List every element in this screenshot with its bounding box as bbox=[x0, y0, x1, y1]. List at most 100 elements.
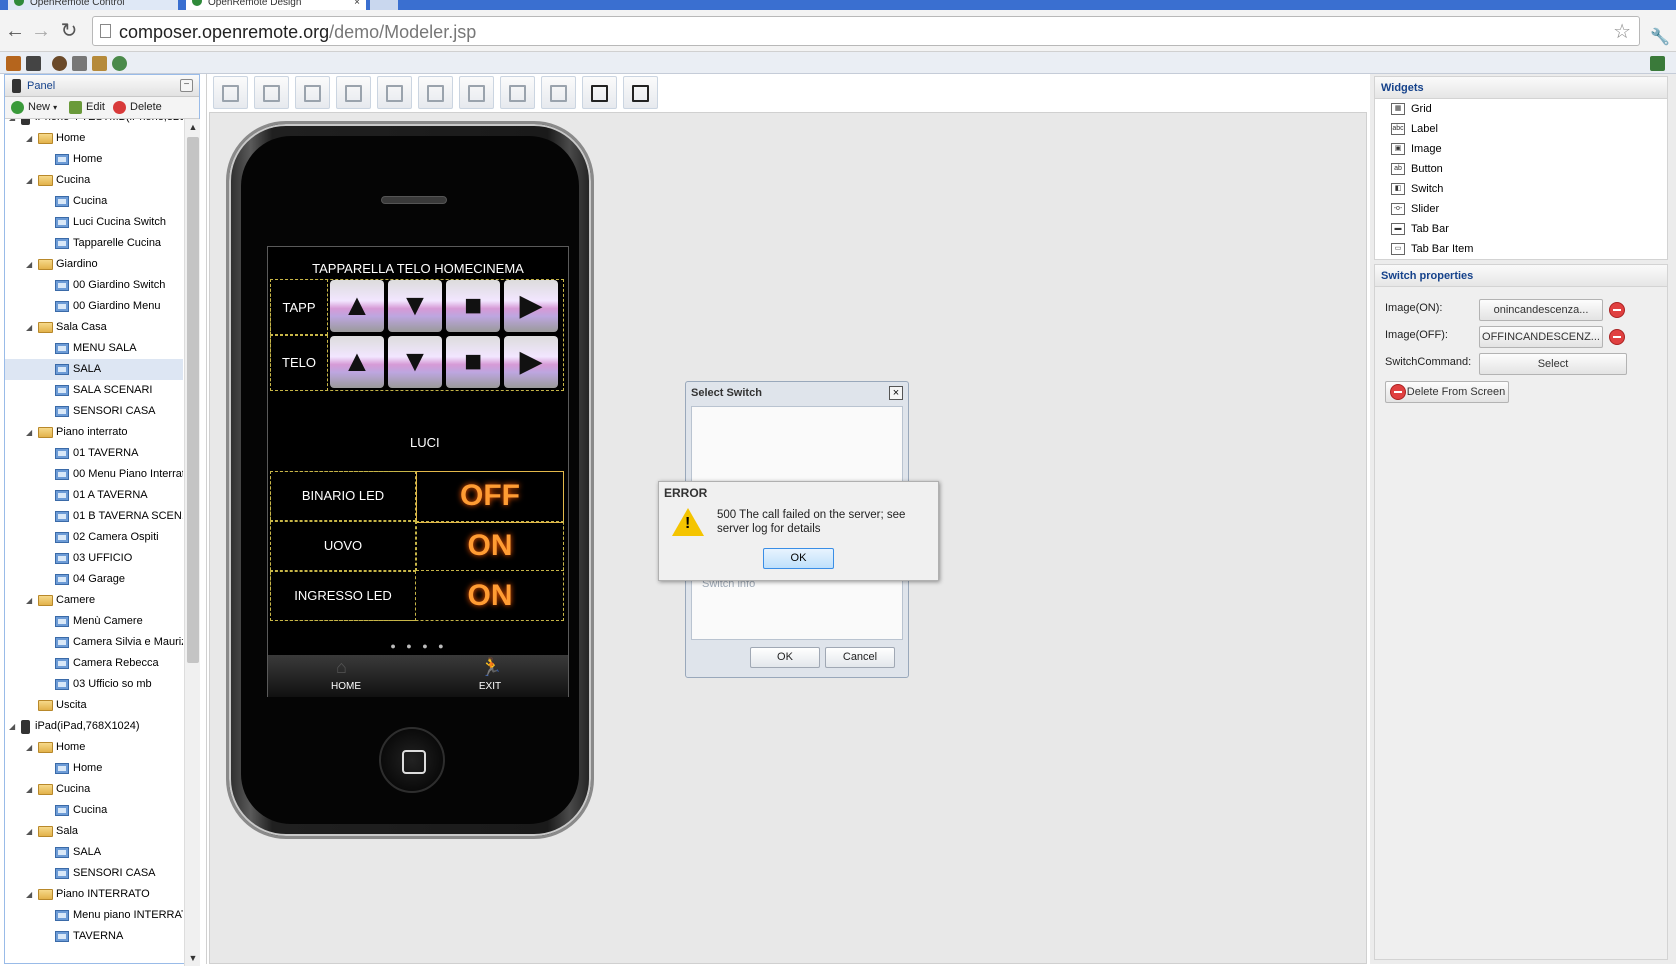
collapse-button[interactable]: − bbox=[180, 79, 193, 92]
cancel-button[interactable]: Cancel bbox=[825, 647, 895, 668]
device-icon[interactable] bbox=[26, 56, 41, 71]
tree-item[interactable]: ◢ Sala bbox=[5, 821, 183, 842]
align-center-button[interactable] bbox=[254, 76, 289, 109]
tree-item[interactable]: 01 B TAVERNA SCEN. bbox=[5, 506, 183, 527]
tapp-down-button[interactable]: ▼ bbox=[388, 280, 442, 332]
center-horizontal-button[interactable] bbox=[582, 76, 617, 109]
tree-item[interactable]: Uscita bbox=[5, 695, 183, 716]
switch-uovo[interactable]: ON bbox=[416, 521, 564, 571]
tree-item[interactable]: ◢ Sala Casa bbox=[5, 317, 183, 338]
tree-item[interactable]: ◢ Home bbox=[5, 737, 183, 758]
tree-item[interactable]: SALA bbox=[5, 842, 183, 863]
scroll-thumb[interactable] bbox=[187, 137, 199, 663]
widget-item[interactable]: ▣ Image bbox=[1391, 139, 1442, 159]
tree-item[interactable]: 03 Ufficio so mb bbox=[5, 674, 183, 695]
tree-item[interactable]: 01 TAVERNA bbox=[5, 443, 183, 464]
remove-image-off-icon[interactable] bbox=[1609, 329, 1625, 345]
tree-item[interactable]: Cucina bbox=[5, 800, 183, 821]
telo-next-button[interactable]: ▶ bbox=[504, 336, 558, 388]
tree-item[interactable]: ◢ Camere bbox=[5, 590, 183, 611]
user-icon[interactable] bbox=[52, 56, 67, 71]
center-vertical-button[interactable] bbox=[623, 76, 658, 109]
image-on-button[interactable]: onincandescenza... bbox=[1479, 299, 1603, 321]
exit-tab[interactable]: EXIT bbox=[464, 681, 516, 692]
browser-tab-designer[interactable]: OpenRemote Design × bbox=[186, 0, 366, 10]
design-canvas[interactable]: TAPPARELLA TELO HOMECINEMA TAPP TELO ▲ ▼… bbox=[209, 112, 1367, 964]
close-icon[interactable]: × bbox=[889, 386, 903, 400]
tree-item[interactable]: Menù Camere bbox=[5, 611, 183, 632]
distribute-vertical-button[interactable] bbox=[541, 76, 576, 109]
switch-binario-led[interactable]: OFF bbox=[416, 471, 564, 521]
same-width-button[interactable] bbox=[500, 76, 535, 109]
tapp-next-button[interactable]: ▶ bbox=[504, 280, 558, 332]
back-icon[interactable]: ← bbox=[4, 20, 26, 42]
tree-item[interactable]: Camera Rebecca bbox=[5, 653, 183, 674]
align-right-button[interactable] bbox=[295, 76, 330, 109]
new-button[interactable]: New ▾ bbox=[11, 101, 57, 114]
align-top-button[interactable] bbox=[336, 76, 371, 109]
edit-button[interactable]: Edit bbox=[69, 101, 105, 114]
tree-item[interactable]: ◢ iPad(iPad,768X1024) bbox=[5, 716, 183, 737]
tree-item[interactable]: 00 Giardino Menu bbox=[5, 296, 183, 317]
tree-item[interactable]: Luci Cucina Switch bbox=[5, 212, 183, 233]
tree-item[interactable]: Home bbox=[5, 149, 183, 170]
tree-item[interactable]: 01 A TAVERNA bbox=[5, 485, 183, 506]
tree-item[interactable]: 00 Menu Piano Interrat bbox=[5, 464, 183, 485]
tree-item[interactable]: ◢ Home bbox=[5, 128, 183, 149]
tapp-stop-button[interactable]: ■ bbox=[446, 280, 500, 332]
expand-toggle-icon[interactable]: ◢ bbox=[26, 254, 32, 275]
telo-down-button[interactable]: ▼ bbox=[388, 336, 442, 388]
expand-toggle-icon[interactable]: ◢ bbox=[26, 317, 32, 338]
tree-item[interactable]: Tapparelle Cucina bbox=[5, 233, 183, 254]
tree-item[interactable]: SALA SCENARI bbox=[5, 380, 183, 401]
tree-item[interactable]: 04 Garage bbox=[5, 569, 183, 590]
browser-tab-control[interactable]: OpenRemote Control bbox=[8, 0, 178, 10]
widget-item[interactable]: ▬ Tab Bar bbox=[1391, 219, 1449, 239]
align-middle-button[interactable] bbox=[377, 76, 412, 109]
tree-item[interactable]: 03 UFFICIO bbox=[5, 548, 183, 569]
logout-icon[interactable] bbox=[1650, 56, 1665, 71]
select-command-button[interactable]: Select bbox=[1479, 353, 1627, 375]
tree-item[interactable]: TAVERNA bbox=[5, 926, 183, 947]
widget-item[interactable]: ab Button bbox=[1391, 159, 1443, 179]
tab-close-icon[interactable]: × bbox=[354, 0, 360, 8]
expand-toggle-icon[interactable]: ◢ bbox=[26, 422, 32, 443]
tree-item[interactable]: 02 Camera Ospiti bbox=[5, 527, 183, 548]
tapp-up-button[interactable]: ▲ bbox=[330, 280, 384, 332]
save-icon[interactable] bbox=[72, 56, 87, 71]
widget-item[interactable]: abc Label bbox=[1391, 119, 1438, 139]
expand-toggle-icon[interactable]: ◢ bbox=[26, 128, 32, 149]
switch-ingresso-led[interactable]: ON bbox=[416, 571, 564, 621]
expand-toggle-icon[interactable]: ◢ bbox=[26, 737, 32, 758]
export-icon[interactable] bbox=[92, 56, 107, 71]
phone-screen[interactable]: TAPPARELLA TELO HOMECINEMA TAPP TELO ▲ ▼… bbox=[267, 246, 569, 697]
tree-item[interactable]: ◢ Cucina bbox=[5, 170, 183, 191]
remove-image-on-icon[interactable] bbox=[1609, 302, 1625, 318]
distribute-horizontal-button[interactable] bbox=[459, 76, 494, 109]
telo-up-button[interactable]: ▲ bbox=[330, 336, 384, 388]
wrench-menu-icon[interactable]: 🔧 bbox=[1650, 27, 1670, 47]
tree-item[interactable]: ◢ Piano INTERRATO bbox=[5, 884, 183, 905]
home-tab[interactable]: HOME bbox=[318, 681, 374, 692]
forward-icon[interactable]: → bbox=[30, 20, 52, 42]
tree-item[interactable]: MENU SALA bbox=[5, 338, 183, 359]
home-icon[interactable] bbox=[6, 56, 21, 71]
tree-item[interactable]: ◢ iPhone 4 TESTMB(iPhone,320 bbox=[5, 119, 183, 128]
new-tab-button[interactable] bbox=[370, 0, 398, 10]
expand-toggle-icon[interactable]: ◢ bbox=[9, 716, 15, 737]
expand-toggle-icon[interactable]: ◢ bbox=[26, 170, 32, 191]
expand-toggle-icon[interactable]: ◢ bbox=[26, 821, 32, 842]
tree-item[interactable]: ◢ Giardino bbox=[5, 254, 183, 275]
tree-item[interactable]: Home bbox=[5, 758, 183, 779]
reload-icon[interactable]: ↻ bbox=[58, 20, 80, 42]
tree-item[interactable]: Cucina bbox=[5, 191, 183, 212]
widget-item[interactable]: -o- Slider bbox=[1391, 199, 1439, 219]
tree-item[interactable]: ◢ Piano interrato bbox=[5, 422, 183, 443]
align-left-button[interactable] bbox=[213, 76, 248, 109]
tree-item[interactable]: Menu piano INTERRAT bbox=[5, 905, 183, 926]
ok-button[interactable]: OK bbox=[750, 647, 820, 668]
align-bottom-button[interactable] bbox=[418, 76, 453, 109]
globe-icon[interactable] bbox=[112, 56, 127, 71]
bookmark-star-icon[interactable]: ☆ bbox=[1613, 19, 1631, 44]
expand-toggle-icon[interactable]: ◢ bbox=[26, 884, 32, 905]
